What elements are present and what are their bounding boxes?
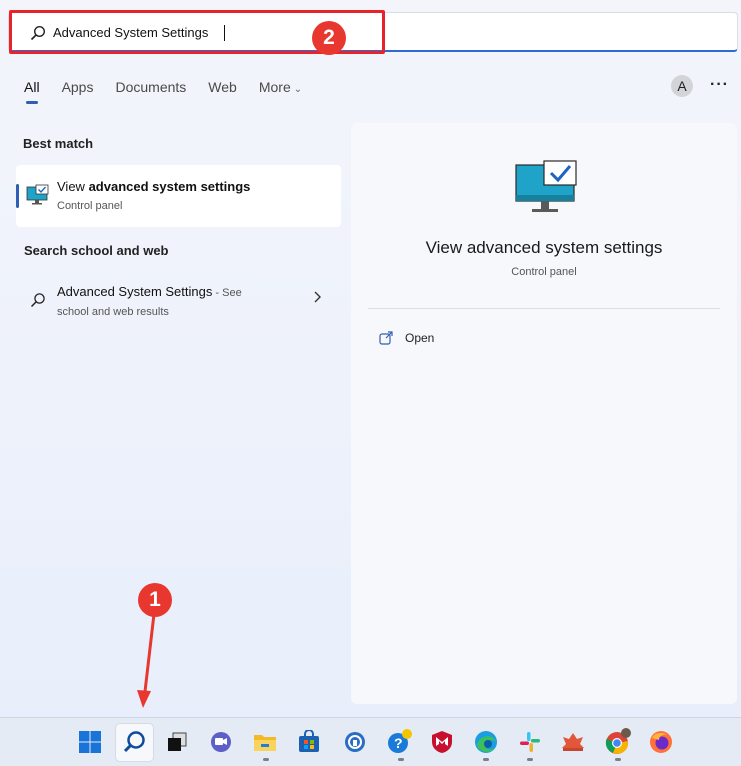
task-view-icon[interactable] (162, 727, 192, 757)
tab-more-label: More (258, 79, 291, 95)
search-input[interactable] (53, 19, 473, 45)
open-action[interactable]: Open (379, 328, 434, 348)
chevron-down-icon: ⌄ (293, 84, 303, 95)
running-indicator (398, 758, 404, 761)
monitor-check-icon (515, 160, 577, 212)
search-icon[interactable] (120, 727, 150, 757)
tab-all[interactable]: All (24, 79, 40, 104)
running-indicator (615, 758, 621, 761)
microsoft-store-icon[interactable] (294, 727, 324, 757)
annotation-arrow (137, 613, 156, 708)
open-label: Open (405, 331, 435, 345)
step-2-badge: 2 (312, 21, 346, 55)
monitor-check-icon (26, 184, 49, 205)
web-result-subtitle: school and web results (57, 306, 169, 318)
tab-web[interactable]: Web (208, 79, 237, 103)
detail-title: View advanced system settings (425, 238, 663, 257)
step-1-badge: 1 (138, 583, 172, 617)
detail-subtitle: Control panel (511, 266, 577, 278)
mcafee-icon[interactable] (427, 727, 457, 757)
svg-text:?: ? (394, 735, 403, 751)
taskbar: ? (0, 717, 741, 766)
best-match-result[interactable]: View advanced system settings Control pa… (16, 165, 341, 227)
selection-indicator (16, 184, 19, 208)
running-indicator (263, 758, 269, 761)
tab-documents[interactable]: Documents (115, 79, 186, 103)
teams-chat-icon[interactable] (206, 727, 236, 757)
slack-icon[interactable] (515, 727, 545, 757)
edge-icon[interactable] (471, 727, 501, 757)
ellipsis-icon[interactable]: ··· (710, 76, 729, 94)
web-heading: Search school and web (24, 243, 169, 258)
tab-apps[interactable]: Apps (62, 79, 94, 103)
app-icon[interactable] (558, 727, 588, 757)
search-box[interactable] (8, 12, 738, 52)
divider (368, 308, 720, 309)
search-icon (30, 293, 45, 308)
tips-icon[interactable]: ? (385, 727, 415, 757)
detail-panel: View advanced system settings Control pa… (351, 123, 737, 704)
best-match-title: View advanced system settings (57, 179, 251, 194)
web-result[interactable]: Advanced System Settings - See school an… (16, 276, 341, 324)
tab-more[interactable]: More ⌄ (259, 79, 302, 103)
best-match-subtitle: Control panel (57, 200, 123, 212)
app-icon[interactable] (340, 727, 370, 757)
best-match-heading: Best match (23, 136, 94, 151)
firefox-icon[interactable] (646, 727, 676, 757)
running-indicator (483, 758, 489, 761)
avatar[interactable]: A (671, 75, 693, 97)
search-tabs: All Apps Documents Web More ⌄ (24, 79, 302, 104)
chrome-icon[interactable] (603, 727, 633, 757)
web-result-title: Advanced System Settings - See (57, 284, 242, 299)
chevron-right-icon[interactable] (312, 290, 322, 304)
text-caret (224, 25, 225, 41)
windows-start-icon[interactable] (75, 727, 105, 757)
file-explorer-icon[interactable] (250, 727, 280, 757)
running-indicator (527, 758, 533, 761)
search-icon (30, 25, 46, 41)
open-external-icon (379, 331, 393, 345)
